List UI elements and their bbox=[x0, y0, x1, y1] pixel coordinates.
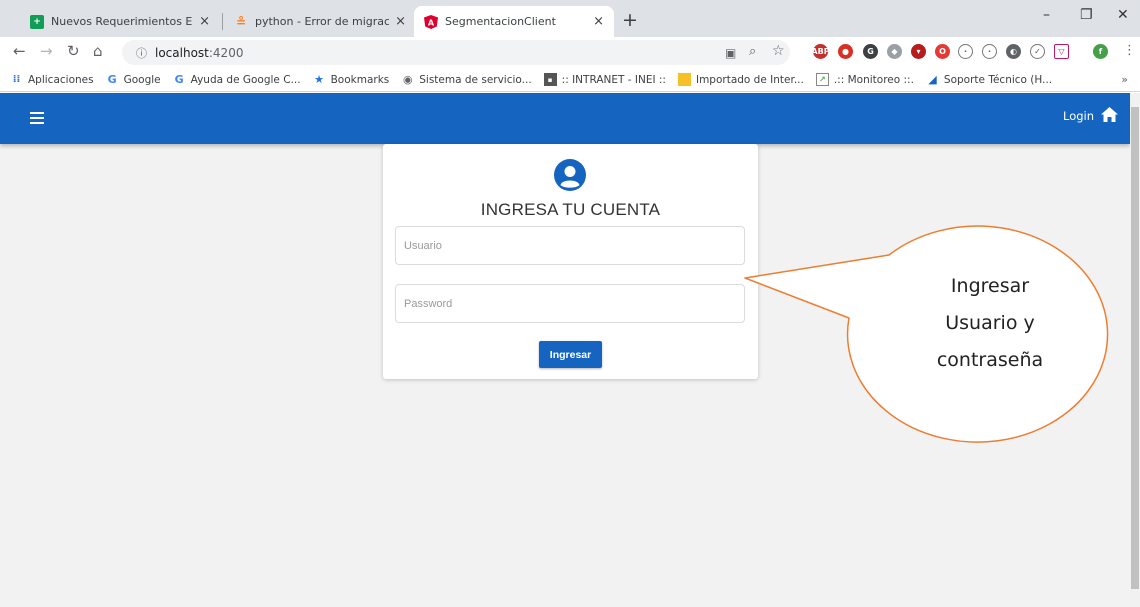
home-browser-icon[interactable]: ⌂ bbox=[93, 43, 103, 59]
chevron-double-right-icon[interactable]: » bbox=[1121, 73, 1128, 86]
forward-icon[interactable]: → bbox=[40, 43, 53, 59]
zoom-icon[interactable]: ⌕ bbox=[749, 44, 756, 60]
bookmarks-bar: ⁞⁞ Aplicaciones G Google G Ayuda de Google … bbox=[0, 68, 1140, 92]
extension-icon[interactable]: ● bbox=[838, 44, 853, 59]
home-icon[interactable] bbox=[1101, 107, 1118, 125]
menu-kebab-icon[interactable]: ⋮ bbox=[1123, 43, 1136, 59]
google-icon: G bbox=[107, 73, 117, 86]
address-bar[interactable]: ⓘ localhost:4200 bbox=[122, 40, 790, 65]
close-icon[interactable]: × bbox=[593, 14, 604, 29]
bookmark-item[interactable]: ◢ Soporte Técnico (H... bbox=[926, 73, 1052, 86]
user-circle-icon bbox=[554, 159, 586, 194]
sheets-icon: + bbox=[30, 14, 44, 29]
scrollbar-thumb[interactable] bbox=[1131, 107, 1139, 589]
login-card: INGRESA TU CUENTA Ingresar bbox=[383, 144, 758, 379]
bookmark-item[interactable]: ◉ Sistema de servicio... bbox=[401, 73, 532, 86]
callout-text: Ingresar Usuario y contraseña bbox=[890, 268, 1090, 379]
angular-icon: A bbox=[424, 14, 438, 29]
chart-icon: ↗ bbox=[815, 73, 829, 86]
bookmark-item[interactable]: ⁞⁞ Aplicaciones bbox=[10, 73, 94, 86]
extension-icon[interactable]: ◆ bbox=[887, 44, 902, 59]
extension-icon[interactable]: O bbox=[935, 44, 950, 59]
minimize-icon[interactable]: – bbox=[1043, 7, 1050, 23]
app-header: Login bbox=[0, 93, 1130, 144]
profile-avatar[interactable]: f bbox=[1093, 44, 1108, 59]
extension-icon[interactable]: G bbox=[863, 44, 878, 59]
extension-icon[interactable]: · bbox=[958, 44, 973, 59]
svg-text:A: A bbox=[428, 18, 435, 27]
adblock-icon[interactable]: ABP bbox=[811, 44, 830, 59]
browser-tab-active[interactable]: A SegmentacionClient × bbox=[414, 6, 614, 37]
window-close-icon[interactable]: ✕ bbox=[1117, 7, 1129, 23]
translate-icon[interactable]: ▣ bbox=[725, 45, 736, 61]
username-field[interactable] bbox=[395, 226, 745, 265]
restore-icon[interactable]: ❐ bbox=[1080, 7, 1093, 23]
google-icon: G bbox=[174, 73, 184, 86]
browser-tab[interactable]: ≗ python - Error de migración de D × bbox=[224, 6, 416, 37]
browser-tab-strip: + Nuevos Requerimientos Elegajo × ≗ pyth… bbox=[0, 0, 1140, 37]
bookmark-item[interactable]: ★ Bookmarks bbox=[313, 73, 389, 86]
extension-icon[interactable]: ◐ bbox=[1006, 44, 1021, 59]
bookmark-star-icon[interactable]: ☆ bbox=[772, 43, 785, 59]
page-scrollbar[interactable] bbox=[1130, 93, 1140, 607]
star-icon: ★ bbox=[314, 73, 325, 86]
bookmark-item[interactable]: Importado de Inter... bbox=[677, 73, 804, 86]
close-icon[interactable]: × bbox=[395, 14, 406, 29]
extension-icon[interactable]: ✓ bbox=[1030, 44, 1045, 59]
password-field[interactable] bbox=[395, 284, 745, 323]
tab-separator bbox=[222, 13, 223, 30]
callout-line: Ingresar bbox=[950, 275, 1030, 297]
globe-icon: ◉ bbox=[402, 73, 413, 86]
folder-icon bbox=[677, 73, 691, 86]
browser-toolbar: ← → ↻ ⌂ ⓘ localhost:4200 ▣ ⌕ ☆ ABP ● G ◆… bbox=[0, 37, 1140, 68]
back-icon[interactable]: ← bbox=[13, 43, 26, 59]
bookmark-item[interactable]: ▪:: INTRANET - INEI :: bbox=[543, 73, 666, 86]
menu-icon[interactable] bbox=[30, 112, 44, 127]
page-title: INGRESA TU CUENTA bbox=[480, 200, 661, 219]
stackoverflow-icon: ≗ bbox=[235, 14, 247, 29]
login-link[interactable]: Login bbox=[1063, 109, 1094, 123]
intranet-icon: ▪ bbox=[543, 73, 557, 86]
extension-icon[interactable]: · bbox=[982, 44, 997, 59]
new-tab-button[interactable]: + bbox=[622, 11, 638, 30]
bookmark-item[interactable]: G Ayuda de Google C... bbox=[173, 73, 301, 86]
callout-line: contraseña bbox=[936, 349, 1044, 371]
browser-tab[interactable]: + Nuevos Requerimientos Elegajo × bbox=[20, 6, 220, 37]
callout-line: Usuario y bbox=[945, 312, 1035, 334]
bookmark-item[interactable]: G Google bbox=[106, 73, 161, 86]
info-icon[interactable]: ⓘ bbox=[136, 45, 147, 61]
login-button[interactable]: Ingresar bbox=[539, 341, 602, 368]
support-icon: ◢ bbox=[928, 73, 937, 86]
close-icon[interactable]: × bbox=[199, 14, 210, 29]
bookmark-item[interactable]: ↗.:: Monitoreo ::. bbox=[815, 73, 914, 86]
shield-icon[interactable]: ▾ bbox=[911, 44, 926, 59]
pocket-icon[interactable]: ▽ bbox=[1054, 44, 1069, 59]
reload-icon[interactable]: ↻ bbox=[67, 43, 80, 59]
apps-grid-icon: ⁞⁞ bbox=[12, 74, 21, 85]
